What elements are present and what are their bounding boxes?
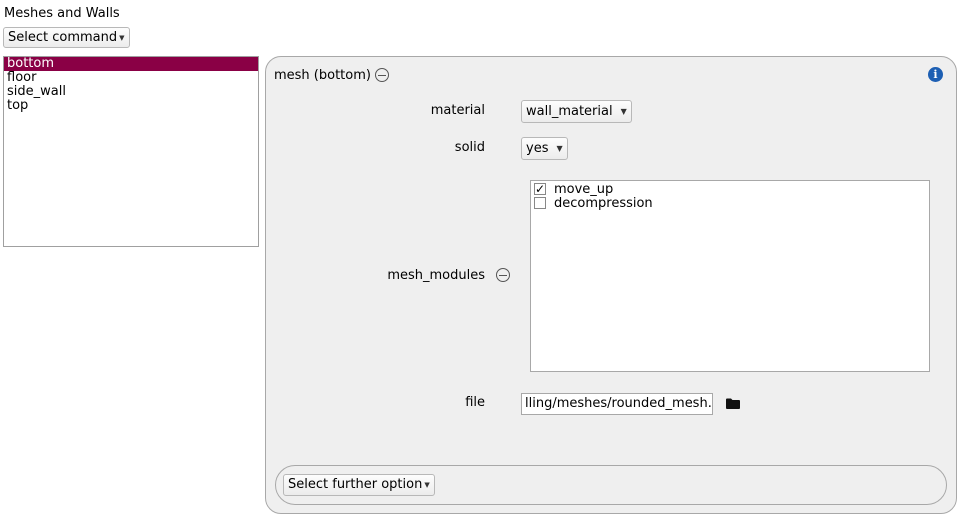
folder-icon[interactable]	[726, 398, 740, 409]
dropdown-caret-icon: ▼	[119, 33, 125, 42]
panel-title: mesh (bottom)	[274, 68, 371, 83]
solid-select[interactable]: yes ▼	[521, 137, 568, 160]
material-select[interactable]: wall_material ▼	[521, 100, 632, 123]
remove-mesh-icon[interactable]	[375, 68, 389, 82]
file-path-input[interactable]: lling/meshes/rounded_mesh.stl	[521, 393, 713, 415]
solid-value: yes	[526, 140, 549, 156]
list-item[interactable]: bottom	[4, 57, 258, 71]
select-command-button[interactable]: Select command ▼	[3, 27, 130, 48]
solid-label: solid	[454, 140, 485, 155]
select-command-label: Select command	[8, 29, 118, 45]
page-title: Meshes and Walls	[4, 6, 120, 21]
list-item[interactable]: decompression	[531, 195, 929, 211]
mesh-modules-label: mesh_modules	[387, 268, 485, 283]
dropdown-caret-icon: ▼	[620, 106, 627, 116]
list-item[interactable]: ✓ move_up	[531, 181, 929, 197]
select-further-option-label: Select further option	[288, 477, 423, 492]
mesh-list[interactable]: bottom floor side_wall top	[3, 56, 259, 247]
material-label: material	[430, 103, 485, 118]
dropdown-caret-icon: ▼	[556, 143, 563, 153]
mesh-modules-list[interactable]: ✓ move_up decompression	[530, 180, 930, 372]
file-label: file	[465, 395, 485, 410]
decompression-label: decompression	[554, 195, 653, 211]
remove-mesh-modules-icon[interactable]	[496, 268, 510, 282]
list-item[interactable]: floor	[4, 71, 258, 85]
move-up-label: move_up	[554, 181, 614, 197]
material-value: wall_material	[526, 103, 613, 119]
info-icon[interactable]: i	[928, 67, 943, 82]
list-item[interactable]: side_wall	[4, 85, 258, 99]
list-item[interactable]: top	[4, 99, 258, 113]
decompression-checkbox[interactable]	[534, 197, 546, 209]
move-up-checkbox[interactable]: ✓	[534, 183, 546, 195]
select-further-option-button[interactable]: Select further option ▼	[283, 474, 435, 496]
dropdown-caret-icon: ▼	[424, 481, 430, 489]
